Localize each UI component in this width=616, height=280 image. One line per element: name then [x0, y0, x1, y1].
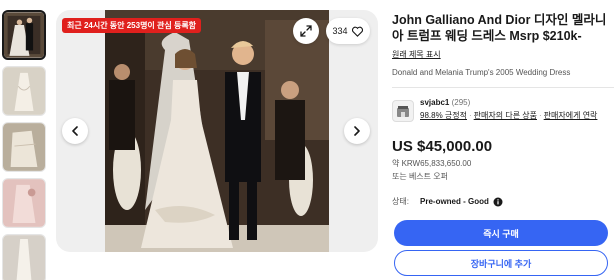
- seller-avatar[interactable]: [392, 100, 414, 122]
- store-icon: [397, 106, 409, 117]
- watch-count: 334: [332, 26, 348, 36]
- expand-image-button[interactable]: [293, 18, 319, 44]
- image-gallery: 최근 24시간 동안 253명이 관심 등록함 334: [56, 10, 378, 252]
- heart-icon: [351, 26, 363, 37]
- main-photo[interactable]: [105, 10, 329, 252]
- condition-value: Pre-owned - Good: [420, 197, 489, 206]
- buy-now-button[interactable]: 즉시 구매: [394, 220, 608, 246]
- add-to-cart-button[interactable]: 장바구니에 추가: [394, 250, 608, 276]
- thumbnail-5[interactable]: [2, 234, 46, 280]
- thumbnail-4[interactable]: [2, 178, 46, 228]
- thumbnail-1[interactable]: [2, 10, 46, 60]
- chevron-right-icon: [354, 126, 360, 136]
- condition-label: 상태:: [392, 197, 409, 206]
- thumbnail-2[interactable]: [2, 66, 46, 116]
- converted-price: 약 KRW65,833,650.00: [392, 159, 472, 168]
- seller-card: svjabc1 (295) 98.8% 긍정적 · 판매자의 다른 상품 · 판매자에게…: [392, 96, 614, 122]
- dress-detail-thumbnail-icon: [3, 123, 45, 171]
- seller-feedback-count: (295): [451, 98, 471, 107]
- contact-seller-link[interactable]: 판매자에게 연락: [544, 111, 598, 120]
- watch-button[interactable]: 334: [326, 18, 370, 44]
- price: US $45,000.00: [392, 138, 493, 155]
- wedding-photo-thumbnail-icon: [4, 12, 44, 58]
- best-offer-note: 또는 베스트 오퍼: [392, 172, 448, 181]
- dress-photo-thumbnail-icon: [3, 67, 45, 115]
- next-image-button[interactable]: [344, 118, 370, 144]
- wedding-photo-image: [105, 10, 329, 252]
- chevron-left-icon: [72, 126, 78, 136]
- seller-links: 98.8% 긍정적 · 판매자의 다른 상품 · 판매자에게 연락: [420, 111, 598, 120]
- dress-pink-thumbnail-icon: [3, 179, 45, 227]
- seller-other-items-link[interactable]: 판매자의 다른 상품: [474, 111, 537, 120]
- previous-image-button[interactable]: [62, 118, 88, 144]
- promo-badge: 최근 24시간 동안 253명이 관심 등록함: [62, 18, 202, 33]
- info-icon[interactable]: [493, 197, 503, 207]
- dress-side-thumbnail-icon: [3, 235, 45, 280]
- listing-details: John Galliano And Dior 디자인 멜라니아 트럼프 웨딩 드…: [392, 12, 614, 207]
- divider: [392, 87, 614, 88]
- seller-info: svjabc1 (295) 98.8% 긍정적 · 판매자의 다른 상품 · 판매자에게…: [420, 96, 597, 122]
- thumbnail-3[interactable]: [2, 122, 46, 172]
- expand-icon: [300, 25, 312, 37]
- listing-subtitle: Donald and Melania Trump's 2005 Wedding …: [392, 68, 571, 77]
- listing-title: John Galliano And Dior 디자인 멜라니아 트럼프 웨딩 드…: [392, 13, 607, 43]
- thumbnail-strip: [2, 10, 50, 280]
- condition-row: 상태: Pre-owned - Good: [392, 196, 614, 207]
- positive-feedback-link[interactable]: 98.8% 긍정적: [420, 111, 467, 120]
- show-original-title-link[interactable]: 원래 제목 표시: [392, 49, 441, 60]
- seller-name[interactable]: svjabc1: [420, 98, 449, 107]
